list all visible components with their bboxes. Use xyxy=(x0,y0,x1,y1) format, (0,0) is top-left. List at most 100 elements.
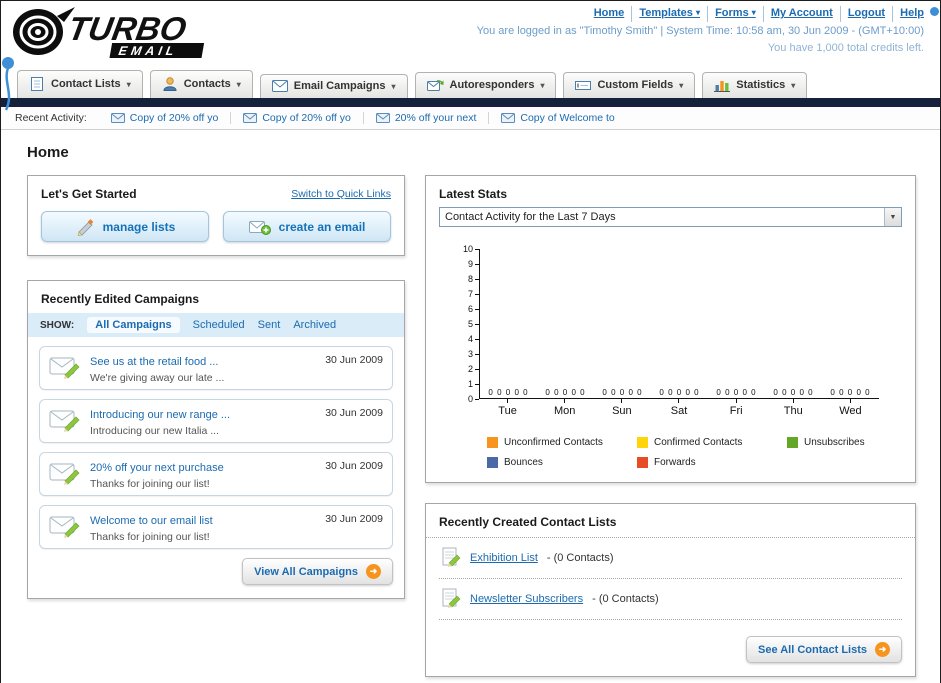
campaign-row[interactable]: Welcome to our email list Thanks for join… xyxy=(39,505,393,549)
chart-plot: 0 0 0 0 0 0 0 0 0 0 0 0 0 0 0 0 0 0 0 0 0 0 … xyxy=(479,249,879,399)
recent-activity-bar: Recent Activity: Copy of 20% off yo Copy… xyxy=(1,107,940,130)
recent-activity-item[interactable]: 20% off your next xyxy=(364,112,490,124)
contact-list-link[interactable]: Exhibition List xyxy=(470,552,538,564)
recent-activity-item[interactable]: Copy of Welcome to xyxy=(489,112,626,124)
campaign-title-link[interactable]: 20% off your next purchase xyxy=(90,462,224,474)
new-email-icon xyxy=(248,220,271,235)
tab-autoresponders[interactable]: Autoresponders ▾ xyxy=(414,72,557,98)
caret-down-icon: ▾ xyxy=(391,81,396,91)
campaign-subtitle: We're giving away our late ... xyxy=(90,372,225,384)
login-info-text: You are logged in as "Timothy Smith" | S… xyxy=(476,24,924,37)
envelope-icon xyxy=(243,113,258,123)
app-window: TURBO EMAIL Home Templates ▾ Forms ▾ My … xyxy=(0,0,941,683)
nav-forms-link[interactable]: Forms ▾ xyxy=(707,6,756,22)
campaign-list: See us at the retail food ... We're givin… xyxy=(28,337,404,551)
filter-tab-sent[interactable]: Sent xyxy=(258,319,281,331)
legend-swatch xyxy=(787,437,798,448)
filter-tab-all-campaigns[interactable]: All Campaigns xyxy=(87,317,180,333)
y-tick-label: 1 xyxy=(468,379,479,389)
pencil-icon xyxy=(77,218,93,236)
envelope-icon xyxy=(501,113,516,123)
campaign-row[interactable]: Introducing our new range ... Introducing… xyxy=(39,399,393,443)
campaigns-panel: Recently Edited Campaigns SHOW: All Camp… xyxy=(27,280,405,599)
contact-list-row[interactable]: Exhibition List - (0 Contacts) xyxy=(439,538,902,579)
campaign-row[interactable]: 20% off your next purchase Thanks for joi… xyxy=(39,452,393,496)
campaign-title-link[interactable]: Welcome to our email list xyxy=(90,515,213,527)
main-content: Home Let's Get Started Switch to Quick L… xyxy=(1,130,940,683)
x-tick-label: Fri xyxy=(708,399,765,417)
nav-help-link[interactable]: Help xyxy=(892,6,924,22)
series-value-labels: 0 0 0 0 0 xyxy=(659,388,700,397)
nav-my-account-link[interactable]: My Account xyxy=(762,6,833,22)
legend-item: Forwards xyxy=(637,457,787,468)
get-started-panel: Let's Get Started Switch to Quick Links … xyxy=(27,175,405,256)
view-all-campaigns-button[interactable]: View All Campaigns ➜ xyxy=(242,558,393,585)
legend-swatch xyxy=(637,437,648,448)
x-tick-label: Thu xyxy=(765,399,822,417)
edit-campaign-icon xyxy=(49,353,81,384)
y-tick-label: 10 xyxy=(463,244,479,254)
y-tick-label: 4 xyxy=(468,334,479,344)
filter-tab-archived[interactable]: Archived xyxy=(293,319,336,331)
caret-down-icon: ▾ xyxy=(679,80,684,90)
tab-contact-lists[interactable]: Contact Lists ▾ xyxy=(17,70,143,98)
create-email-button[interactable]: create an email xyxy=(223,211,391,242)
y-tick-label: 8 xyxy=(468,274,479,284)
arrow-right-icon: ➜ xyxy=(875,642,890,657)
contact-list-row[interactable]: Newsletter Subscribers - (0 Contacts) xyxy=(439,579,902,620)
envelope-icon xyxy=(375,113,390,123)
edit-list-icon xyxy=(442,588,461,608)
legend-swatch xyxy=(637,457,648,468)
series-value-labels: 0 0 0 0 0 xyxy=(716,388,757,397)
contact-list-count: - (0 Contacts) xyxy=(546,552,614,564)
see-all-contact-lists-button[interactable]: See All Contact Lists ➜ xyxy=(745,636,902,663)
nav-templates-link[interactable]: Templates ▾ xyxy=(631,6,700,22)
chart-group: 0 0 0 0 0 xyxy=(651,388,708,398)
nav-home-link[interactable]: Home xyxy=(594,6,625,22)
legend-label: Bounces xyxy=(504,457,543,468)
stats-period-select[interactable]: Contact Activity for the Last 7 Days ▼ xyxy=(439,207,902,227)
filter-tab-scheduled[interactable]: Scheduled xyxy=(193,319,245,331)
legend-item: Unsubscribes xyxy=(787,437,937,448)
campaign-title-link[interactable]: Introducing our new range ... xyxy=(90,409,230,421)
nav-logout-link[interactable]: Logout xyxy=(839,6,885,22)
edit-campaign-icon xyxy=(49,459,81,490)
campaign-date: 30 Jun 2009 xyxy=(325,407,383,419)
recent-activity-item[interactable]: Copy of 20% off yo xyxy=(231,112,364,124)
recent-activity-label: Recent Activity: xyxy=(15,112,87,124)
campaign-row[interactable]: See us at the retail food ... We're givin… xyxy=(39,346,393,390)
select-arrow-icon: ▼ xyxy=(884,208,901,226)
series-value-labels: 0 0 0 0 0 xyxy=(488,388,529,397)
y-tick-label: 5 xyxy=(468,319,479,329)
legend-label: Confirmed Contacts xyxy=(654,437,743,448)
logo-graphic: TURBO EMAIL xyxy=(13,7,205,58)
tab-statistics[interactable]: Statistics ▾ xyxy=(702,72,808,98)
tab-contacts[interactable]: Contacts ▾ xyxy=(149,70,253,98)
y-tick-label: 7 xyxy=(468,289,479,299)
chart-group: 0 0 0 0 0 xyxy=(594,388,651,398)
edit-campaign-icon xyxy=(49,512,81,543)
contact-list-link[interactable]: Newsletter Subscribers xyxy=(470,593,583,605)
legend-label: Unconfirmed Contacts xyxy=(504,437,603,448)
x-tick-label: Mon xyxy=(536,399,593,417)
chart-group: 0 0 0 0 0 xyxy=(765,388,822,398)
custom-field-icon xyxy=(575,81,592,90)
legend-item: Confirmed Contacts xyxy=(637,437,787,448)
y-tick-label: 6 xyxy=(468,304,479,314)
campaign-date: 30 Jun 2009 xyxy=(325,460,383,472)
navy-divider-bar xyxy=(1,98,940,107)
series-value-labels: 0 0 0 0 0 xyxy=(545,388,586,397)
main-nav-tabbar: Contact Lists ▾ Contacts ▾ Email Campaig… xyxy=(1,65,940,98)
caret-down-icon: ▾ xyxy=(126,79,131,89)
latest-stats-title: Latest Stats xyxy=(439,187,508,201)
switch-quick-links-link[interactable]: Switch to Quick Links xyxy=(291,188,391,200)
manage-lists-button[interactable]: manage lists xyxy=(41,211,209,242)
latest-stats-panel: Latest Stats Contact Activity for the La… xyxy=(425,175,916,483)
recent-activity-item[interactable]: Copy of 20% off yo xyxy=(99,112,232,124)
tab-email-campaigns[interactable]: Email Campaigns ▾ xyxy=(259,74,408,98)
tab-custom-fields[interactable]: Custom Fields ▾ xyxy=(563,72,696,98)
arrow-right-icon: ➜ xyxy=(366,564,381,579)
campaign-title-link[interactable]: See us at the retail food ... xyxy=(90,356,218,368)
campaign-subtitle: Thanks for joining our list! xyxy=(90,531,210,543)
turbo-email-logo: TURBO EMAIL xyxy=(11,4,271,65)
